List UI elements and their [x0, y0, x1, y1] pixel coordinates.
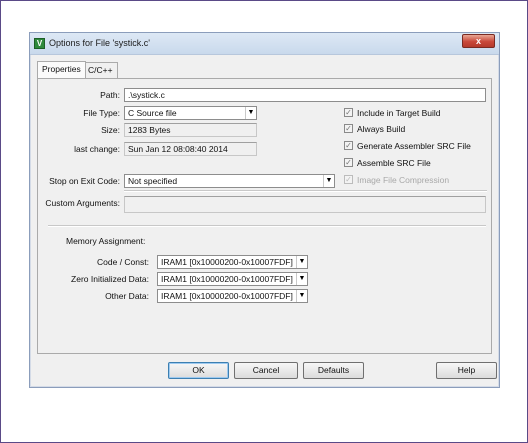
generate-asm-src-label: Generate Assembler SRC File — [357, 140, 471, 151]
path-label: Path: — [100, 90, 120, 100]
cancel-button[interactable]: Cancel — [234, 362, 298, 379]
zero-init-value: IRAM1 [0x10000200-0x10007FDF] — [161, 274, 293, 284]
chevron-down-icon[interactable]: ▼ — [296, 290, 307, 302]
include-in-build-label: Include in Target Build — [357, 107, 441, 118]
generate-asm-src-checkbox[interactable]: ✓ Generate Assembler SRC File — [344, 140, 471, 151]
chevron-down-icon[interactable]: ▼ — [296, 273, 307, 285]
file-type-value: C Source file — [128, 108, 177, 118]
assemble-src-label: Assemble SRC File — [357, 157, 431, 168]
include-in-build-checkbox[interactable]: ✓ Include in Target Build — [344, 107, 440, 118]
separator — [48, 225, 486, 227]
always-build-checkbox[interactable]: ✓ Always Build — [344, 123, 405, 134]
other-data-label: Other Data: — [105, 291, 149, 301]
options-dialog: V Options for File 'systick.c' x Propert… — [29, 32, 500, 388]
properties-panel: Path: .\systick.c File Type: C Source fi… — [37, 78, 492, 354]
stop-exit-value: Not specified — [128, 176, 178, 186]
tab-properties[interactable]: Properties — [37, 61, 86, 78]
last-change-label: last change: — [74, 144, 120, 154]
memory-assignment-heading: Memory Assignment: — [66, 236, 146, 246]
stop-exit-label: Stop on Exit Code: — [49, 176, 120, 186]
code-const-select[interactable]: IRAM1 [0x10000200-0x10007FDF] ▼ — [157, 255, 308, 269]
window-title: Options for File 'systick.c' — [49, 38, 150, 48]
title-bar[interactable]: V Options for File 'systick.c' x — [30, 33, 499, 55]
file-type-label: File Type: — [83, 108, 120, 118]
ok-button[interactable]: OK — [168, 362, 229, 379]
path-field[interactable]: .\systick.c — [124, 88, 486, 102]
check-icon: ✓ — [344, 124, 353, 134]
chevron-down-icon[interactable]: ▼ — [323, 175, 334, 187]
code-const-label: Code / Const: — [97, 257, 149, 267]
custom-args-field[interactable] — [124, 196, 486, 213]
zero-init-label: Zero Initialized Data: — [71, 274, 149, 284]
tab-c-cpp[interactable]: C/C++ — [83, 62, 118, 78]
chevron-down-icon[interactable]: ▼ — [245, 107, 256, 119]
check-icon: ✓ — [344, 175, 353, 185]
app-icon: V — [34, 38, 45, 49]
zero-init-select[interactable]: IRAM1 [0x10000200-0x10007FDF] ▼ — [157, 272, 308, 286]
always-build-label: Always Build — [357, 123, 406, 134]
other-data-select[interactable]: IRAM1 [0x10000200-0x10007FDF] ▼ — [157, 289, 308, 303]
size-value: 1283 Bytes — [124, 123, 257, 137]
assemble-src-checkbox[interactable]: ✓ Assemble SRC File — [344, 157, 431, 168]
check-icon: ✓ — [344, 141, 353, 151]
separator — [124, 190, 487, 192]
code-const-value: IRAM1 [0x10000200-0x10007FDF] — [161, 257, 293, 267]
close-button[interactable]: x — [462, 34, 495, 48]
stop-exit-select[interactable]: Not specified ▼ — [124, 174, 335, 188]
image-compression-label: Image File Compression — [357, 174, 450, 185]
check-icon: ✓ — [344, 158, 353, 168]
defaults-button[interactable]: Defaults — [303, 362, 364, 379]
other-data-value: IRAM1 [0x10000200-0x10007FDF] — [161, 291, 293, 301]
check-icon: ✓ — [344, 108, 353, 118]
chevron-down-icon[interactable]: ▼ — [296, 256, 307, 268]
file-type-select[interactable]: C Source file ▼ — [124, 106, 257, 120]
custom-args-label: Custom Arguments: — [45, 198, 120, 208]
image-compression-checkbox: ✓ Image File Compression — [344, 174, 449, 185]
size-label: Size: — [101, 125, 120, 135]
help-button[interactable]: Help — [436, 362, 497, 379]
last-change-value: Sun Jan 12 08:08:40 2014 — [124, 142, 257, 156]
